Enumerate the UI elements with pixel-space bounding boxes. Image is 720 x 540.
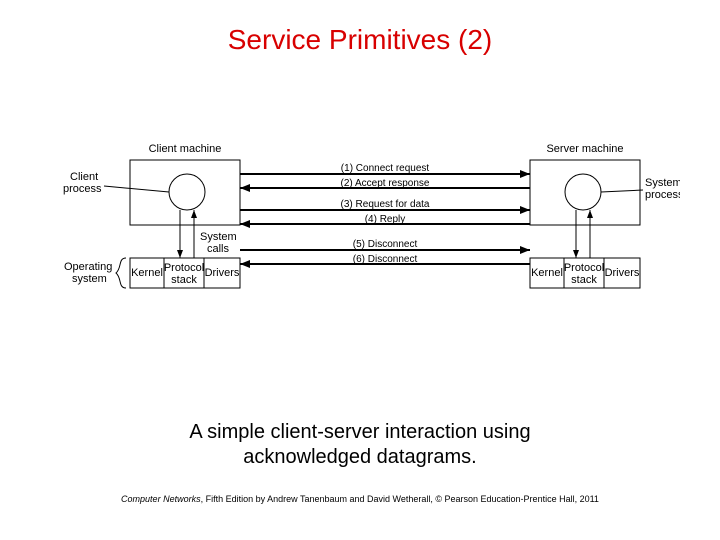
server-process-label-1: System [645, 177, 680, 189]
diagram-figure: Client machine Client process System cal… [60, 140, 680, 360]
message-arrows: (1) Connect request (2) Accept response … [240, 163, 530, 268]
client-machine-label: Client machine [149, 143, 222, 155]
slide-footer: Computer Networks, Fifth Edition by Andr… [0, 494, 720, 504]
client-protocol-label-2: stack [171, 274, 197, 286]
client-process-label-2: process [63, 183, 102, 195]
server-process-circle [565, 174, 601, 210]
msg-6: (6) Disconnect [353, 254, 418, 265]
msg-3: (3) Request for data [341, 199, 430, 210]
client-protocol-label-1: Protocol [164, 262, 204, 274]
footer-rest: , Fifth Edition by Andrew Tanenbaum and … [201, 494, 599, 504]
system-calls-label-1: System [200, 231, 237, 243]
server-machine: Server machine System process Kernel Pro… [530, 143, 680, 288]
msg-4: (4) Reply [365, 214, 406, 225]
server-protocol-label-2: stack [571, 274, 597, 286]
system-calls-label-2: calls [207, 243, 230, 255]
os-label-1: Operating [64, 261, 112, 273]
slide-caption: A simple client-server interaction using… [0, 420, 720, 470]
caption-line-1: A simple client-server interaction using [189, 421, 530, 443]
server-machine-label: Server machine [546, 143, 623, 155]
client-process-circle [169, 174, 205, 210]
client-kernel-label: Kernel [131, 267, 163, 279]
server-process-label-2: process [645, 189, 680, 201]
msg-1: (1) Connect request [341, 163, 430, 174]
server-kernel-label: Kernel [531, 267, 563, 279]
msg-5: (5) Disconnect [353, 239, 418, 250]
client-drivers-label: Drivers [205, 267, 240, 279]
client-machine: Client machine Client process System cal… [63, 143, 240, 288]
server-protocol-label-1: Protocol [564, 262, 604, 274]
msg-2: (2) Accept response [341, 178, 430, 189]
client-process-label-1: Client [70, 171, 98, 183]
server-drivers-label: Drivers [605, 267, 640, 279]
caption-line-2: acknowledged datagrams. [243, 446, 476, 468]
slide-title: Service Primitives (2) [0, 24, 720, 56]
footer-book-title: Computer Networks [121, 494, 201, 504]
os-label-2: system [72, 273, 107, 285]
